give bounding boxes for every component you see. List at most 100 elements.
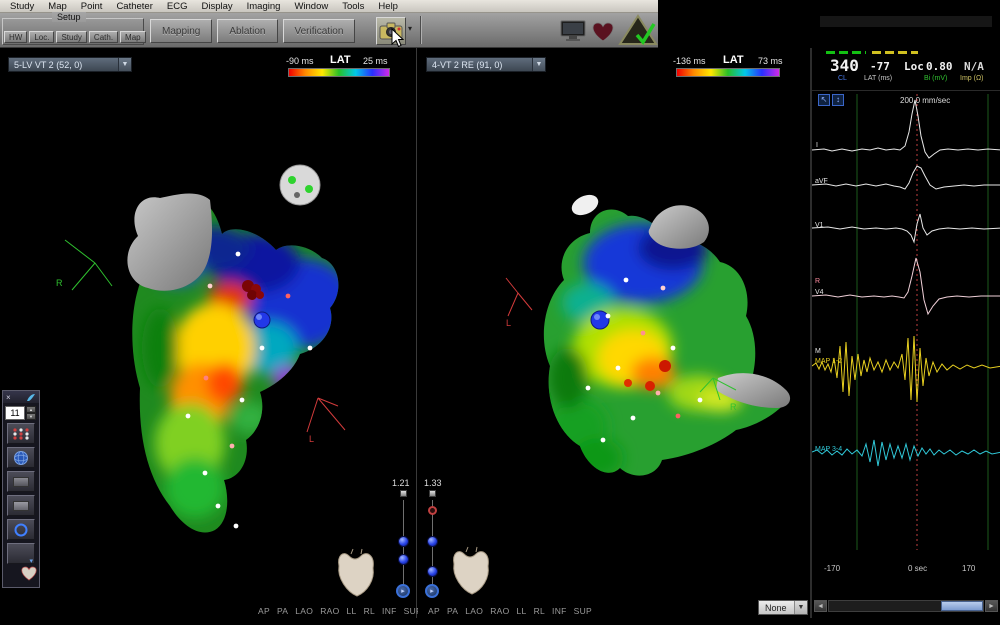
mapping-mode-button[interactable]: Mapping bbox=[150, 19, 212, 43]
menu-window[interactable]: Window bbox=[287, 0, 335, 13]
ecg-panel: 340 CL -77 LAT (ms) Loc 0.80 Bi (mV) N/A… bbox=[810, 48, 1000, 618]
green-axis-gizmo bbox=[65, 240, 112, 290]
reset-view-button-left[interactable]: ▸ bbox=[396, 584, 410, 598]
ring-marker-icon bbox=[13, 522, 29, 538]
ecg-scrollbar-track[interactable] bbox=[828, 600, 984, 612]
orient-pa[interactable]: PA bbox=[277, 606, 288, 616]
chevron-down-icon: ▼ bbox=[794, 601, 807, 614]
reset-view-button-right[interactable]: ▸ bbox=[425, 584, 439, 598]
points-grid-icon bbox=[12, 427, 30, 441]
palette-tool-button-5[interactable] bbox=[7, 519, 35, 540]
map-selector-right[interactable]: 4-VT 2 RE (91, 0) ▼ bbox=[426, 57, 546, 72]
setup-buttons: HW Loc. Study Cath. Map bbox=[4, 31, 146, 43]
orient-rl[interactable]: RL bbox=[534, 606, 545, 616]
system-status-ok-icon bbox=[618, 14, 658, 51]
lat-color-scale-right bbox=[676, 68, 780, 77]
menu-map[interactable]: Map bbox=[41, 0, 73, 13]
orient-lao[interactable]: LAO bbox=[465, 606, 483, 616]
scale-min-left: -90 ms bbox=[286, 56, 314, 66]
orient-rl[interactable]: RL bbox=[364, 606, 375, 616]
slider-sphere-right-2[interactable] bbox=[427, 566, 438, 577]
spinner-down-button[interactable]: ▼ bbox=[26, 413, 36, 420]
floating-tool-palette: × 11 ▲ ▼ bbox=[2, 390, 40, 588]
setup-group-label: Setup bbox=[52, 12, 86, 22]
ecg-scroll-right-button[interactable]: ► bbox=[985, 600, 998, 612]
ice-catheter-tip-icon bbox=[280, 165, 320, 205]
slider-knob-right[interactable] bbox=[429, 490, 436, 497]
orient-inf[interactable]: INF bbox=[382, 606, 397, 616]
slider-sphere-right-1[interactable] bbox=[427, 536, 438, 547]
orient-rao[interactable]: RAO bbox=[320, 606, 339, 616]
orient-rao[interactable]: RAO bbox=[490, 606, 509, 616]
map-viewport-left[interactable]: R L 5-LV VT 2 (52, 0) ▼ -90 ms LAT 25 ms… bbox=[0, 48, 417, 618]
orient-ll[interactable]: LL bbox=[347, 606, 357, 616]
ecg-scrollbar-thumb[interactable] bbox=[941, 601, 983, 611]
palette-heart-icon[interactable] bbox=[21, 566, 37, 581]
map-selector-left[interactable]: 5-LV VT 2 (52, 0) ▼ bbox=[8, 57, 132, 72]
scale-max-left: 25 ms bbox=[363, 56, 388, 66]
orient-inf[interactable]: INF bbox=[552, 606, 567, 616]
projection-dropdown[interactable]: None ▼ bbox=[758, 600, 808, 615]
map-selector-right-label: 4-VT 2 RE (91, 0) bbox=[432, 60, 502, 70]
palette-tool-button-4[interactable] bbox=[7, 495, 35, 516]
reference-heart-icon-right[interactable] bbox=[454, 547, 489, 594]
lat-color-scale-left bbox=[288, 68, 390, 77]
snapshot-dropdown-caret[interactable]: ▾ bbox=[408, 24, 412, 33]
map-selector-left-label: 5-LV VT 2 (52, 0) bbox=[14, 60, 82, 70]
trace-label-m: M bbox=[815, 348, 821, 355]
cycle-length-value: 340 bbox=[830, 56, 859, 75]
red-axis-gizmo bbox=[506, 278, 532, 316]
ablation-mode-button[interactable]: Ablation bbox=[217, 19, 277, 43]
verification-mode-button[interactable]: Verification bbox=[283, 19, 356, 43]
palette-close-button[interactable]: × bbox=[6, 393, 11, 402]
map-viewport-right[interactable]: L R 4-VT 2 RE (91, 0) ▼ -136 ms LAT 73 m… bbox=[418, 48, 810, 618]
orient-pa[interactable]: PA bbox=[447, 606, 458, 616]
surface-mesh-button[interactable] bbox=[7, 447, 35, 468]
palette-tool-button-6[interactable]: ▾ bbox=[7, 543, 35, 564]
reference-heart-icon-left[interactable] bbox=[339, 549, 374, 596]
slider-sphere-left-2[interactable] bbox=[398, 554, 409, 565]
mouse-cursor bbox=[391, 28, 405, 53]
slider-knob-left[interactable] bbox=[400, 490, 407, 497]
trace-lead-v4 bbox=[812, 258, 1000, 314]
menu-study[interactable]: Study bbox=[3, 0, 41, 13]
palette-titlebar[interactable]: × bbox=[3, 391, 39, 403]
orient-sup[interactable]: SUP bbox=[574, 606, 592, 616]
trace-lead-avf bbox=[812, 166, 1000, 189]
orient-ap[interactable]: AP bbox=[428, 606, 440, 616]
orient-lao[interactable]: LAO bbox=[295, 606, 313, 616]
impedance-value: N/A bbox=[964, 60, 984, 73]
lat-value: -77 bbox=[870, 60, 890, 73]
palette-tool-button-3[interactable] bbox=[7, 471, 35, 492]
menu-ecg[interactable]: ECG bbox=[160, 0, 195, 13]
catheter-setup-button[interactable]: Cath. bbox=[89, 31, 118, 43]
trace-label-v1: V1 bbox=[815, 222, 824, 229]
menu-tools[interactable]: Tools bbox=[335, 0, 371, 13]
study-setup-button[interactable]: Study bbox=[56, 31, 86, 43]
slider-sphere-left-1[interactable] bbox=[398, 536, 409, 547]
menu-help[interactable]: Help bbox=[371, 0, 405, 13]
hw-setup-button[interactable]: HW bbox=[4, 31, 27, 43]
ecg-scroll-left-button[interactable]: ◄ bbox=[814, 600, 827, 612]
point-size-input[interactable]: 11 bbox=[5, 406, 25, 420]
remote-monitor-icon bbox=[560, 20, 586, 47]
spinner-up-button[interactable]: ▲ bbox=[26, 406, 36, 413]
scale-max-right: 73 ms bbox=[758, 56, 783, 66]
cycle-length-label: CL bbox=[838, 75, 847, 82]
red-axis-gizmo bbox=[307, 398, 345, 432]
map-setup-button[interactable]: Map bbox=[120, 31, 146, 43]
menu-display[interactable]: Display bbox=[194, 0, 239, 13]
menu-catheter[interactable]: Catheter bbox=[109, 0, 159, 13]
menu-imaging[interactable]: Imaging bbox=[240, 0, 288, 13]
chevron-down-icon[interactable]: ▾ bbox=[29, 557, 33, 565]
ecg-waveform-area bbox=[812, 88, 1000, 568]
time-axis-min: -170 bbox=[824, 564, 840, 573]
menu-point[interactable]: Point bbox=[74, 0, 110, 13]
orient-ll[interactable]: LL bbox=[517, 606, 527, 616]
location-setup-button[interactable]: Loc. bbox=[29, 31, 54, 43]
vt-re-lat-map-3d[interactable]: L R bbox=[418, 48, 810, 618]
show-points-button[interactable] bbox=[7, 423, 35, 444]
orient-ap[interactable]: AP bbox=[258, 606, 270, 616]
lat-label: LAT (ms) bbox=[864, 75, 892, 82]
lv-lat-map-3d[interactable]: R L bbox=[0, 48, 417, 618]
